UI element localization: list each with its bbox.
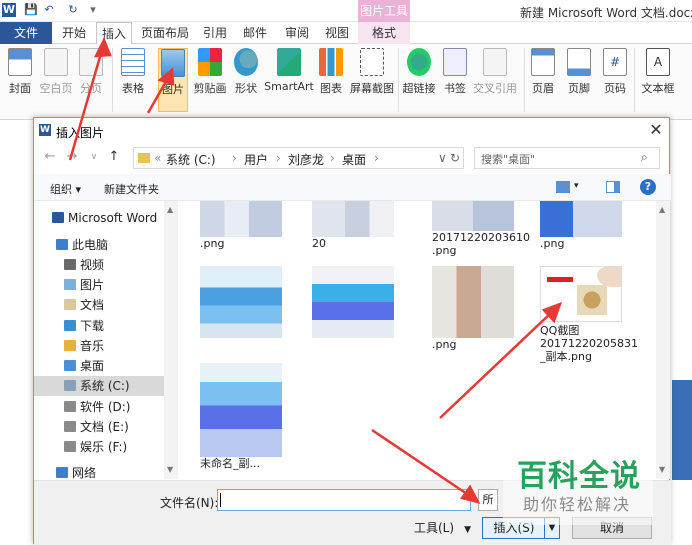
arrow-head bbox=[157, 67, 175, 86]
annotation-arrows bbox=[68, 36, 563, 504]
arrow-to-file bbox=[439, 311, 553, 419]
arrow-to-insert-button bbox=[371, 428, 471, 498]
arrow-head bbox=[93, 36, 112, 58]
arrow-head bbox=[459, 484, 481, 504]
arrow-to-picture-button bbox=[146, 77, 170, 114]
arrow-to-insert-tab bbox=[68, 49, 104, 161]
